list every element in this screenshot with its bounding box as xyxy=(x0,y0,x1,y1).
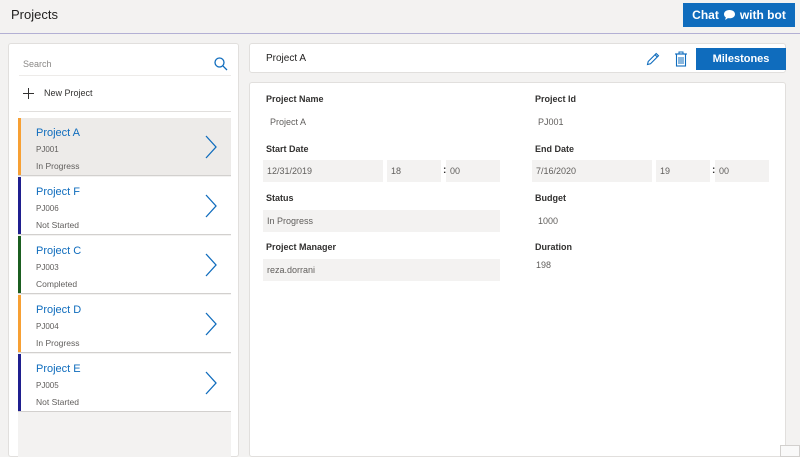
chat-bubble-icon xyxy=(723,10,735,20)
chevron-right-icon xyxy=(205,371,217,395)
project-id: PJ004 xyxy=(36,322,59,331)
detail-header: Project A Milestones xyxy=(249,43,786,73)
status-color-stripe xyxy=(18,177,21,234)
duration-value: 198 xyxy=(536,260,552,270)
project-id: PJ006 xyxy=(36,204,59,213)
project-status: In Progress xyxy=(36,338,80,348)
end-date-picker[interactable]: 7/16/2020 xyxy=(532,160,652,182)
project-status: Completed xyxy=(36,279,78,289)
project-name: Project D xyxy=(36,304,82,316)
project-name: Project C xyxy=(36,245,82,257)
project-list-item[interactable]: Project E PJ005 Not Started xyxy=(18,354,231,412)
top-bar: Projects Chat with bot xyxy=(0,0,800,34)
end-minute-dropdown[interactable]: 00 xyxy=(715,160,769,182)
search-icon[interactable] xyxy=(213,56,229,72)
project-form: Project Name Project A Project Id PJ001 … xyxy=(249,82,786,457)
project-id: PJ001 xyxy=(36,145,59,154)
edit-pencil-icon[interactable] xyxy=(645,51,661,67)
status-color-stripe xyxy=(18,354,21,411)
project-name-value: Project A xyxy=(270,117,307,127)
chat-label: Chat xyxy=(692,8,719,22)
project-id: PJ005 xyxy=(36,381,59,390)
trash-icon[interactable] xyxy=(674,51,688,67)
project-name: Project F xyxy=(36,186,81,198)
new-project-label: New Project xyxy=(44,88,93,98)
detail-title: Project A xyxy=(266,53,307,64)
project-list: Project A PJ001 In Progress Project F PJ006 N… xyxy=(18,118,231,457)
budget-value: 1000 xyxy=(538,216,559,226)
search-input[interactable] xyxy=(23,55,203,73)
end-hour-dropdown[interactable]: 19 xyxy=(656,160,710,182)
chevron-right-icon xyxy=(205,194,217,218)
project-name: Project A xyxy=(36,127,81,139)
status-label: Status xyxy=(266,193,294,203)
status-color-stripe xyxy=(18,236,21,293)
project-id: PJ003 xyxy=(36,263,59,272)
start-date-label: Start Date xyxy=(266,144,309,154)
chevron-right-icon xyxy=(205,253,217,277)
new-project-button[interactable]: New Project xyxy=(23,84,93,102)
app-title: Projects xyxy=(11,7,58,22)
project-name: Project E xyxy=(36,363,81,375)
project-id-value: PJ001 xyxy=(538,117,564,127)
plus-icon xyxy=(23,87,34,99)
project-list-panel: New Project Project APJ001In ProgressPro… xyxy=(8,43,239,457)
end-date-label: End Date xyxy=(535,144,575,154)
divider xyxy=(19,111,231,112)
chevron-right-icon xyxy=(205,135,217,159)
chat-with-bot-button[interactable]: Chat with bot xyxy=(683,3,795,27)
search-box xyxy=(19,52,231,76)
project-status: Not Started xyxy=(36,397,79,407)
project-manager-field[interactable]: reza.dorrani xyxy=(263,259,500,281)
project-list-item[interactable]: Project F PJ006 Not Started xyxy=(18,177,231,235)
budget-label: Budget xyxy=(535,193,566,203)
chat-label-suffix: with bot xyxy=(739,8,786,22)
status-field[interactable]: In Progress xyxy=(263,210,500,232)
status-color-stripe xyxy=(18,118,21,175)
chevron-right-icon xyxy=(205,312,217,336)
start-hour-dropdown[interactable]: 18 xyxy=(387,160,441,182)
project-name-label: Project Name xyxy=(266,94,324,104)
project-status: Not Started xyxy=(36,220,79,230)
duration-label: Duration xyxy=(535,242,572,252)
project-manager-label: Project Manager xyxy=(266,242,337,252)
project-status: In Progress xyxy=(36,161,80,171)
project-list-item[interactable]: Project D PJ004 In Progress xyxy=(18,295,231,353)
milestones-button[interactable]: Milestones xyxy=(696,48,786,70)
start-minute-dropdown[interactable]: 00 xyxy=(446,160,500,182)
project-list-item[interactable]: Project C PJ003 Completed xyxy=(18,236,231,294)
status-color-stripe xyxy=(18,295,21,352)
start-date-picker[interactable]: 12/31/2019 xyxy=(263,160,383,182)
project-id-label: Project Id xyxy=(535,94,577,104)
recaptcha-badge xyxy=(780,445,800,457)
project-list-item[interactable]: Project A PJ001 In Progress xyxy=(18,118,231,176)
